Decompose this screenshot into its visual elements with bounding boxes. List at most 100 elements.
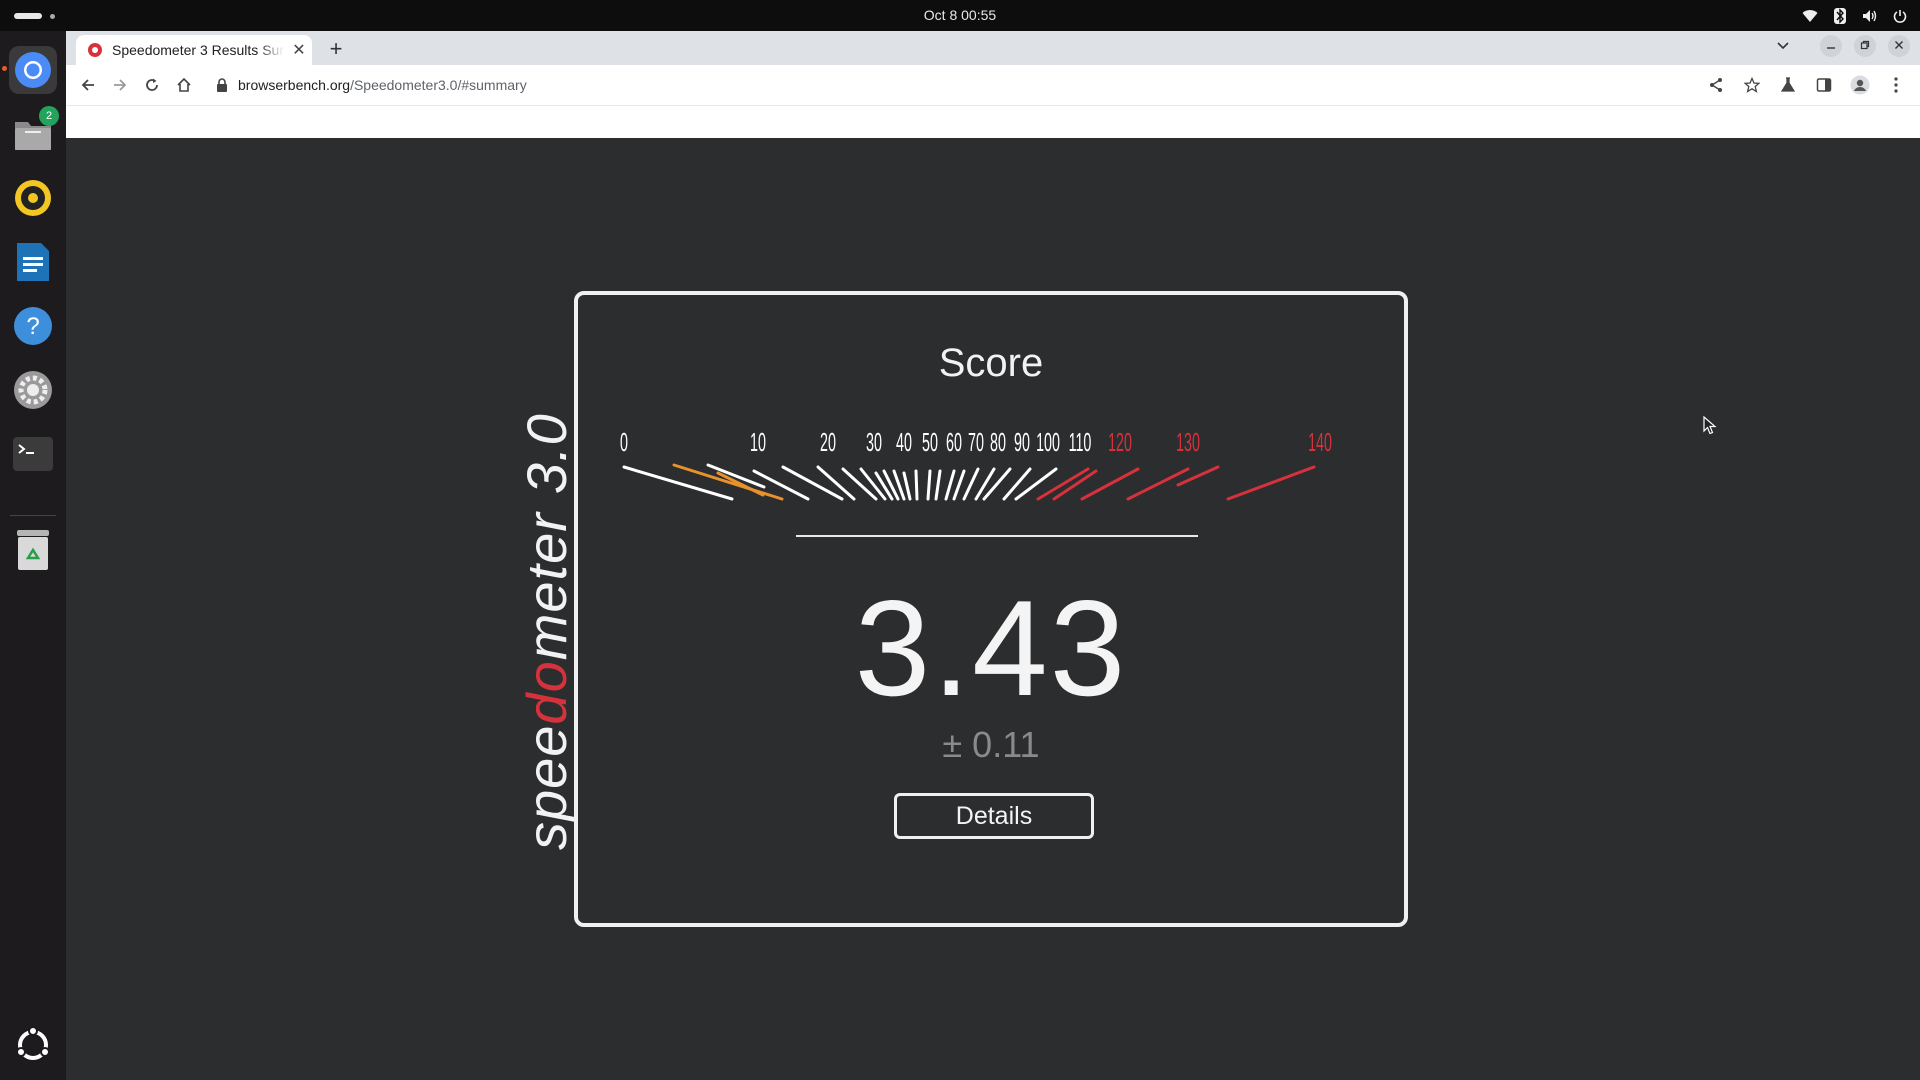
help-icon: ? bbox=[14, 307, 52, 345]
reload-button[interactable] bbox=[138, 71, 166, 99]
gauge-label-10: 10 bbox=[750, 429, 766, 458]
writer-launcher[interactable] bbox=[9, 238, 57, 286]
tab-speedometer-results[interactable]: Speedometer 3 Results Summary ✕ bbox=[76, 35, 312, 65]
rhythmbox-launcher[interactable] bbox=[9, 174, 57, 222]
forward-button[interactable] bbox=[106, 71, 134, 99]
gauge-label-80: 80 bbox=[990, 429, 1006, 458]
gauge-label-100: 100 bbox=[1036, 429, 1060, 458]
bookmark-star-icon[interactable] bbox=[1738, 71, 1766, 99]
new-tab-button[interactable]: + bbox=[322, 35, 350, 63]
trash-icon bbox=[17, 530, 49, 570]
forward-arrow-icon bbox=[114, 79, 127, 91]
gauge-tick bbox=[622, 465, 734, 501]
gauge-label-70: 70 bbox=[968, 429, 984, 458]
url-path: /Speedometer3.0/#summary bbox=[350, 77, 527, 93]
back-button[interactable] bbox=[74, 71, 102, 99]
gauge-tick bbox=[874, 471, 894, 501]
gauge-tick bbox=[1014, 467, 1058, 501]
svg-text:?: ? bbox=[26, 313, 39, 340]
restore-button[interactable] bbox=[1854, 35, 1876, 57]
gauge-tick bbox=[944, 469, 956, 501]
system-tray[interactable] bbox=[1800, 6, 1910, 26]
files-launcher[interactable]: 2 bbox=[9, 106, 59, 158]
help-launcher[interactable]: ? bbox=[9, 302, 57, 350]
settings-launcher[interactable] bbox=[9, 366, 57, 414]
gauge-label-110: 110 bbox=[1069, 429, 1092, 458]
score-error-margin: ± 0.11 bbox=[942, 724, 1040, 765]
gauge-label-130: 130 bbox=[1176, 429, 1200, 458]
browser-toolbar: browserbench.org/Speedometer3.0/#summary bbox=[66, 65, 1920, 106]
gauge-tick bbox=[962, 467, 980, 501]
toolbar-actions bbox=[1702, 71, 1910, 99]
back-arrow-icon bbox=[81, 79, 94, 91]
logo-suffix: meter bbox=[515, 512, 578, 661]
show-apps-button[interactable] bbox=[9, 1021, 57, 1069]
tab-title: Speedometer 3 Results Summary bbox=[112, 42, 284, 58]
address-bar[interactable]: browserbench.org/Speedometer3.0/#summary bbox=[206, 70, 1756, 100]
speedometer-logo: speedometer 3.0 bbox=[514, 330, 578, 850]
gauge-label-140: 140 bbox=[1308, 429, 1332, 458]
logo-highlight: do bbox=[515, 660, 578, 725]
gauge-tick bbox=[1226, 465, 1316, 501]
dock: 2 ? bbox=[0, 31, 67, 1080]
window-controls bbox=[1772, 35, 1910, 57]
profile-avatar-icon[interactable] bbox=[1846, 71, 1874, 99]
mouse-cursor-icon bbox=[1703, 416, 1717, 435]
gauge-label-0: 0 bbox=[620, 429, 628, 458]
document-writer-icon bbox=[17, 243, 49, 281]
reload-icon bbox=[146, 78, 158, 91]
lock-icon[interactable] bbox=[214, 77, 230, 93]
dock-separator bbox=[10, 515, 56, 516]
gauge-tick bbox=[781, 465, 844, 501]
chrome-icon bbox=[15, 52, 51, 88]
tab-search-chevron-icon[interactable] bbox=[1772, 35, 1794, 57]
ubuntu-logo-icon bbox=[16, 1026, 50, 1060]
notification-badge: 2 bbox=[39, 106, 59, 126]
gauge-tick bbox=[974, 467, 996, 501]
gauge-label-30: 30 bbox=[866, 429, 882, 458]
trash-launcher[interactable] bbox=[9, 526, 57, 574]
logo-prefix: spee bbox=[515, 724, 578, 850]
score-divider bbox=[796, 535, 1198, 537]
system-top-bar: Oct 8 00:55 bbox=[0, 0, 1920, 31]
score-panel: Score 0 10 20 30 40 50 60 70 80 90 100 110 120 130 140… bbox=[574, 291, 1408, 927]
gauge-tick bbox=[902, 471, 912, 501]
speedometer-gauge: 0 10 20 30 40 50 60 70 80 90 100 110 120 130 140 bbox=[620, 429, 1332, 501]
share-icon[interactable] bbox=[1702, 71, 1730, 99]
volume-icon[interactable] bbox=[1860, 6, 1880, 26]
labs-flask-icon[interactable] bbox=[1774, 71, 1802, 99]
home-icon bbox=[177, 77, 191, 92]
wifi-icon[interactable] bbox=[1800, 6, 1820, 26]
home-button[interactable] bbox=[170, 71, 198, 99]
score-value: 3.43 bbox=[854, 572, 1128, 724]
minimize-button[interactable] bbox=[1820, 35, 1842, 57]
terminal-launcher[interactable] bbox=[9, 430, 57, 478]
gauge-label-60: 60 bbox=[946, 429, 962, 458]
side-panel-icon[interactable] bbox=[1810, 71, 1838, 99]
gauge-tick bbox=[926, 469, 932, 501]
bookmark-bar bbox=[66, 106, 1920, 138]
bluetooth-icon[interactable] bbox=[1830, 6, 1850, 26]
gauge-tick bbox=[914, 469, 919, 501]
running-indicator bbox=[2, 66, 7, 71]
gauge-tick bbox=[952, 469, 966, 501]
score-title: Score bbox=[938, 341, 1044, 385]
gauge-label-20: 20 bbox=[820, 429, 836, 458]
tab-close-icon[interactable]: ✕ bbox=[290, 40, 308, 60]
terminal-icon bbox=[13, 437, 53, 471]
more-menu-icon[interactable] bbox=[1882, 71, 1910, 99]
gauge-label-90: 90 bbox=[1014, 429, 1030, 458]
chrome-launcher[interactable] bbox=[9, 46, 57, 94]
speedometer-favicon-icon bbox=[88, 43, 102, 57]
gauge-label-40: 40 bbox=[896, 429, 912, 458]
url-host: browserbench.org bbox=[238, 77, 351, 93]
tab-strip: Speedometer 3 Results Summary ✕ + bbox=[66, 31, 1920, 65]
clock[interactable]: Oct 8 00:55 bbox=[0, 7, 1920, 23]
gauge-tick bbox=[934, 469, 942, 501]
logo-version: 3.0 bbox=[515, 413, 578, 495]
details-button[interactable]: Details bbox=[894, 793, 1094, 839]
gauge-tick bbox=[672, 463, 784, 501]
settings-gear-icon bbox=[14, 371, 52, 409]
power-icon[interactable] bbox=[1890, 6, 1910, 26]
close-window-button[interactable] bbox=[1888, 35, 1910, 57]
